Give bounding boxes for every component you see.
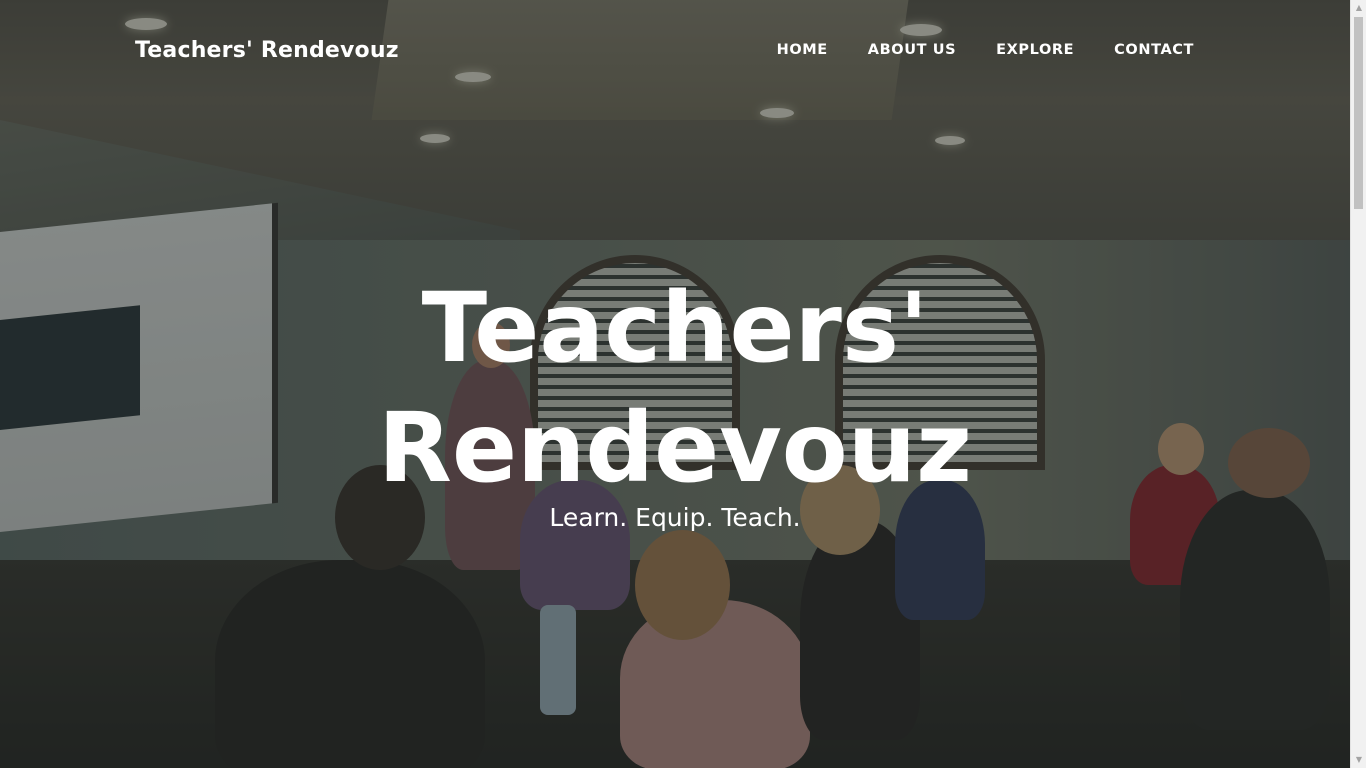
hero-title-line-1: Teachers' [421,272,929,384]
hero-title-line-2: Rendevouz [378,392,972,504]
hero-subtitle: Learn. Equip. Teach. [549,503,801,532]
vertical-scrollbar[interactable]: ▲ ▼ [1350,0,1366,768]
scrollbar-thumb[interactable] [1354,17,1363,209]
brand-logo[interactable]: Teachers' Rendevouz [135,38,399,63]
hero-title: Teachers' Rendevouz [0,268,1350,508]
scroll-down-arrow-icon[interactable]: ▼ [1351,752,1366,768]
nav-item-contact[interactable]: CONTACT [1114,42,1194,58]
nav-item-explore[interactable]: EXPLORE [996,42,1074,58]
scroll-up-arrow-icon[interactable]: ▲ [1351,0,1366,16]
nav-item-about-us[interactable]: ABOUT US [868,42,956,58]
landing-page: Teachers' Rendevouz HOME ABOUT US EXPLOR… [0,0,1366,768]
nav-item-home[interactable]: HOME [777,42,828,58]
main-nav: HOME ABOUT US EXPLORE CONTACT [777,42,1194,58]
